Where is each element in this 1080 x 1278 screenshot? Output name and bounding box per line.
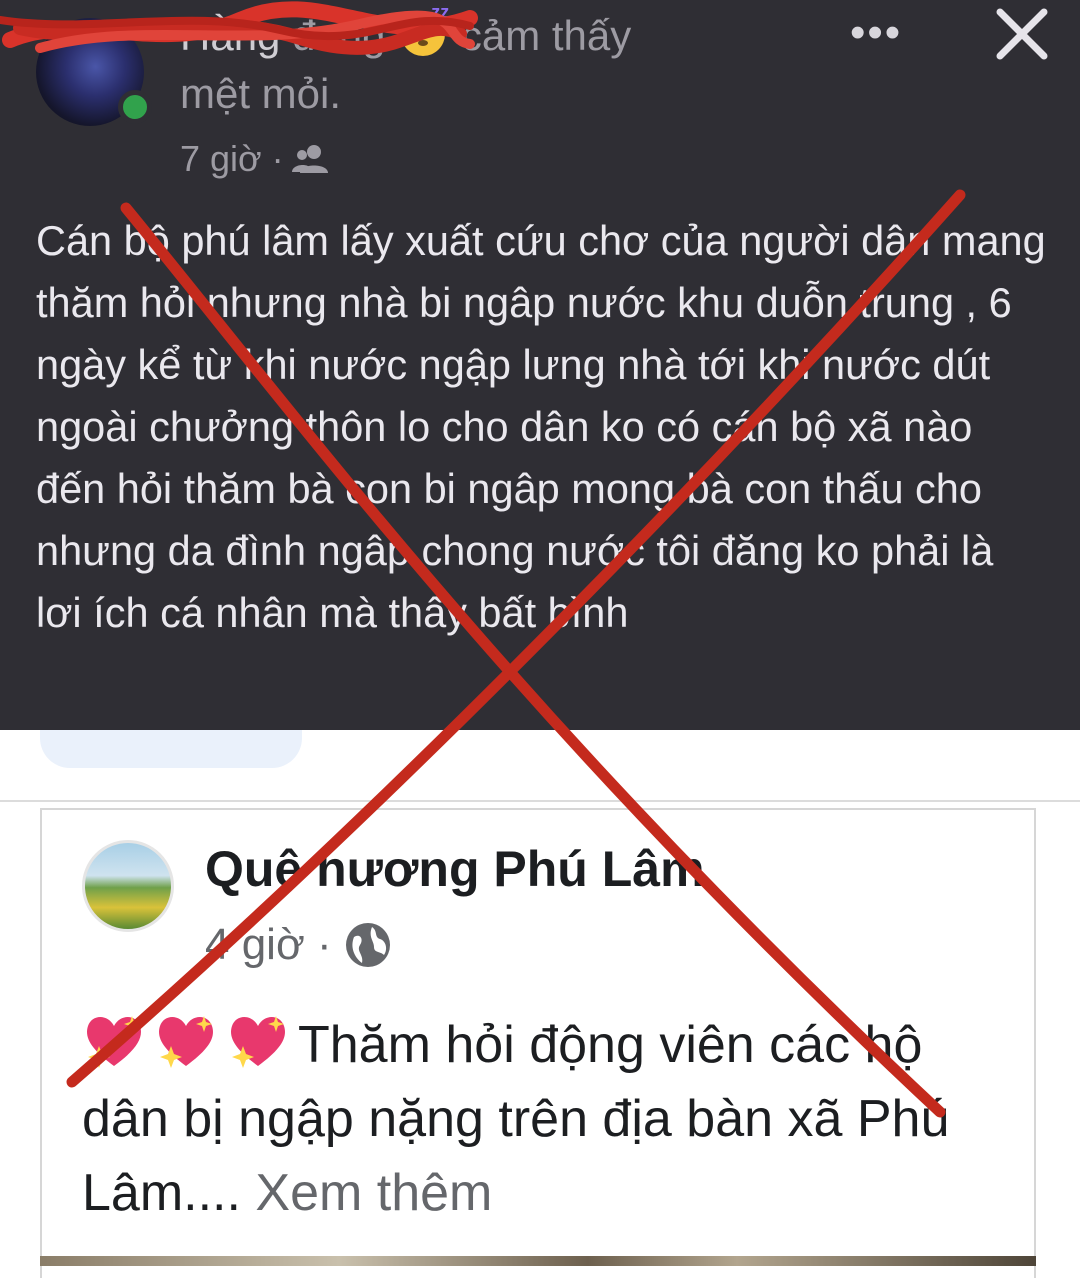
page-name[interactable]: Quê hương Phú Lâm — [205, 840, 705, 898]
sparkling-heart-emoji-icon — [87, 1016, 141, 1068]
feeling-text: mệt mỏi. — [180, 70, 342, 117]
feeling-label: cảm thấy — [460, 12, 632, 59]
see-more-link[interactable]: Xem thêm — [255, 1164, 492, 1222]
shared-post-meta: 4 giờ · — [205, 920, 392, 970]
shared-post-text: Thăm hỏi động viên các hộ dân bị ngập nặ… — [82, 1008, 982, 1230]
post-time[interactable]: 7 giờ · — [180, 138, 284, 180]
close-icon[interactable] — [992, 4, 1052, 64]
shared-post-time[interactable]: 4 giờ · — [205, 920, 332, 970]
post-meta: 7 giờ · — [180, 138, 328, 180]
top-post: Hằng đang zz cảm thấy mệt mỏi. 7 giờ · •… — [0, 0, 1080, 730]
sparkling-heart-emoji-icon — [231, 1016, 285, 1068]
online-status-indicator — [118, 90, 152, 124]
globe-public-icon — [345, 923, 390, 967]
sparkling-heart-emoji-icon — [159, 1016, 213, 1068]
redaction-scribble — [0, 1, 478, 55]
post-body-text: Cán bộ phú lâm lấy xuất cứu chơ của ngườ… — [36, 217, 1046, 636]
friends-audience-icon — [291, 145, 328, 173]
section-divider — [0, 800, 1080, 802]
shared-post-image-preview[interactable] — [40, 1256, 1036, 1266]
more-options-button[interactable]: ••• — [850, 8, 902, 58]
page-avatar[interactable] — [82, 840, 174, 932]
comment-pill[interactable] — [40, 730, 302, 768]
